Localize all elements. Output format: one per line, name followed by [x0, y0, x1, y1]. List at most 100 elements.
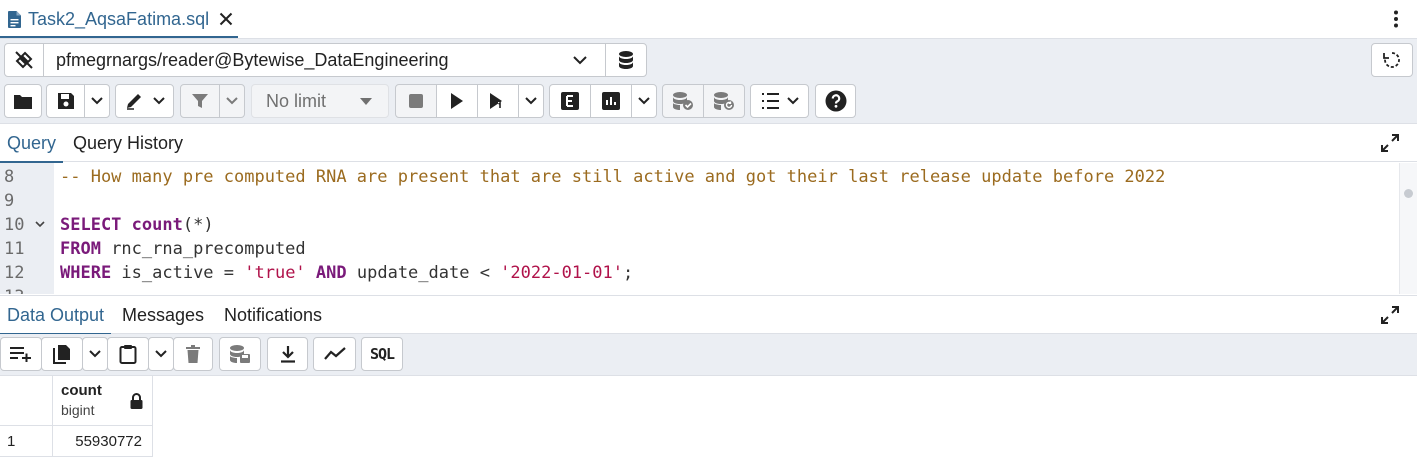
tab-query-history[interactable]: Query History [66, 124, 190, 162]
tab-messages[interactable]: Messages [115, 296, 211, 334]
filter-icon [192, 94, 208, 108]
query-panel-tabs: Query Query History [0, 124, 1417, 163]
commit-button[interactable] [662, 84, 704, 118]
connection-name: pfmegrnargs/reader@Bytewise_DataEngineer… [56, 49, 449, 70]
connection-status-icon [15, 51, 33, 69]
column-header-count[interactable]: count bigint [53, 376, 153, 426]
row-limit-select[interactable]: No limit [251, 84, 389, 118]
edit-pencil-icon [126, 94, 141, 110]
code-line[interactable]: 11 FROM rnc_rna_precomputed [0, 237, 1400, 261]
copy-button[interactable] [41, 337, 83, 371]
copy-icon [53, 345, 70, 364]
paste-options-dropdown[interactable] [148, 337, 174, 371]
editor-scrollbar[interactable] [1399, 163, 1417, 294]
row-number[interactable]: 1 [0, 426, 53, 457]
line-number: 13 [4, 285, 34, 294]
open-file-button[interactable] [4, 84, 42, 118]
chevron-down-icon [360, 98, 372, 105]
reset-layout-icon [1383, 52, 1400, 68]
explain-options-dropdown[interactable] [631, 84, 657, 118]
filter-button[interactable] [180, 84, 220, 118]
new-connection-button[interactable] [605, 43, 647, 77]
file-tab[interactable]: Task2_AqsaFatima.sql [0, 0, 239, 38]
help-button[interactable] [815, 84, 856, 118]
connection-status-button[interactable] [4, 43, 44, 77]
code-line[interactable]: 12 WHERE is_active = 'true' AND update_da… [0, 261, 1400, 285]
code-token-plain: rnc_rna_precomputed [100, 239, 306, 259]
result-grid: count bigint 1 55930772 [0, 376, 1417, 462]
connection-select[interactable]: pfmegrnargs/reader@Bytewise_DataEngineer… [43, 43, 606, 77]
macros-icon [761, 93, 779, 109]
connection-bar: pfmegrnargs/reader@Bytewise_DataEngineer… [0, 38, 1417, 80]
grid-corner-cell[interactable] [0, 376, 53, 426]
chevron-down-icon [91, 97, 103, 105]
chevron-down-icon [155, 350, 167, 358]
line-number: 9 [4, 191, 15, 211]
code-token-plain: is_active = [111, 263, 245, 283]
code-line[interactable]: 10 SELECT count(*) [0, 213, 1400, 237]
tab-query[interactable]: Query [0, 124, 64, 163]
maximize-icon[interactable] [1381, 134, 1399, 152]
explain-button[interactable] [549, 84, 591, 118]
paste-button[interactable] [107, 337, 149, 371]
chevron-down-icon [786, 97, 799, 105]
tab-data-output[interactable]: Data Output [0, 296, 112, 335]
download-icon [280, 346, 295, 363]
code-token-kw: count [131, 215, 183, 235]
paste-icon [119, 345, 137, 364]
code-line[interactable]: 9 [0, 189, 1400, 213]
execute-options-dropdown[interactable] [518, 84, 544, 118]
rollback-icon [714, 92, 734, 110]
kebab-menu-icon[interactable] [1393, 10, 1399, 28]
chevron-down-icon [152, 97, 165, 105]
data-output-toolbar: SQL [0, 334, 1417, 376]
execute-button[interactable] [436, 84, 478, 118]
macros-dropdown-button[interactable] [750, 84, 809, 118]
lock-icon [130, 393, 143, 409]
reset-layout-button[interactable] [1371, 43, 1413, 77]
code-line[interactable]: 13 [0, 285, 1400, 294]
fold-chevron-icon[interactable] [35, 221, 45, 228]
graph-visualiser-button[interactable] [313, 337, 356, 371]
save-options-dropdown[interactable] [84, 84, 110, 118]
tab-title: Task2_AqsaFatima.sql [28, 8, 210, 29]
code-token-str: 'true' [244, 263, 306, 283]
close-icon[interactable] [219, 12, 233, 26]
database-icon [619, 51, 633, 69]
sql-button[interactable]: SQL [361, 337, 403, 371]
output-panel-tabs: Data Output Messages Notifications [0, 295, 1417, 335]
code-line[interactable]: 8 -- How many pre computed RNA are presen… [0, 165, 1400, 189]
save-file-button[interactable] [46, 84, 85, 118]
save-data-button[interactable] [219, 337, 261, 371]
code-token-comment: -- How many pre computed RNA are present… [60, 167, 1166, 187]
chevron-down-icon [638, 97, 650, 105]
download-button[interactable] [267, 337, 308, 371]
tab-notifications[interactable]: Notifications [217, 296, 329, 334]
code-token-kw: AND [315, 263, 347, 283]
code-token-plain: (*) [182, 215, 214, 235]
explain-analyze-button[interactable] [590, 84, 632, 118]
execute-script-button[interactable] [477, 84, 519, 118]
add-row-button[interactable] [0, 337, 42, 371]
delete-icon [186, 345, 200, 363]
code-token-str: '2022-01-01' [500, 263, 623, 283]
copy-options-dropdown[interactable] [82, 337, 108, 371]
edit-dropdown-button[interactable] [115, 84, 174, 118]
row-limit-value: No limit [266, 90, 327, 111]
sql-editor[interactable]: 8 -- How many pre computed RNA are presen… [0, 163, 1417, 294]
table-cell[interactable]: 55930772 [53, 426, 153, 457]
delete-row-button[interactable] [173, 337, 213, 371]
code-token-kw: WHERE [60, 263, 112, 283]
folder-open-icon [14, 94, 32, 109]
commit-icon [673, 92, 693, 110]
filter-options-dropdown[interactable] [219, 84, 245, 118]
cancel-query-button[interactable] [395, 84, 437, 118]
maximize-icon[interactable] [1381, 306, 1399, 324]
scrollbar-thumb[interactable] [1404, 189, 1413, 198]
chevron-down-icon [573, 56, 587, 65]
explain-icon [561, 92, 579, 110]
rollback-button[interactable] [703, 84, 745, 118]
line-number: 8 [4, 167, 15, 187]
